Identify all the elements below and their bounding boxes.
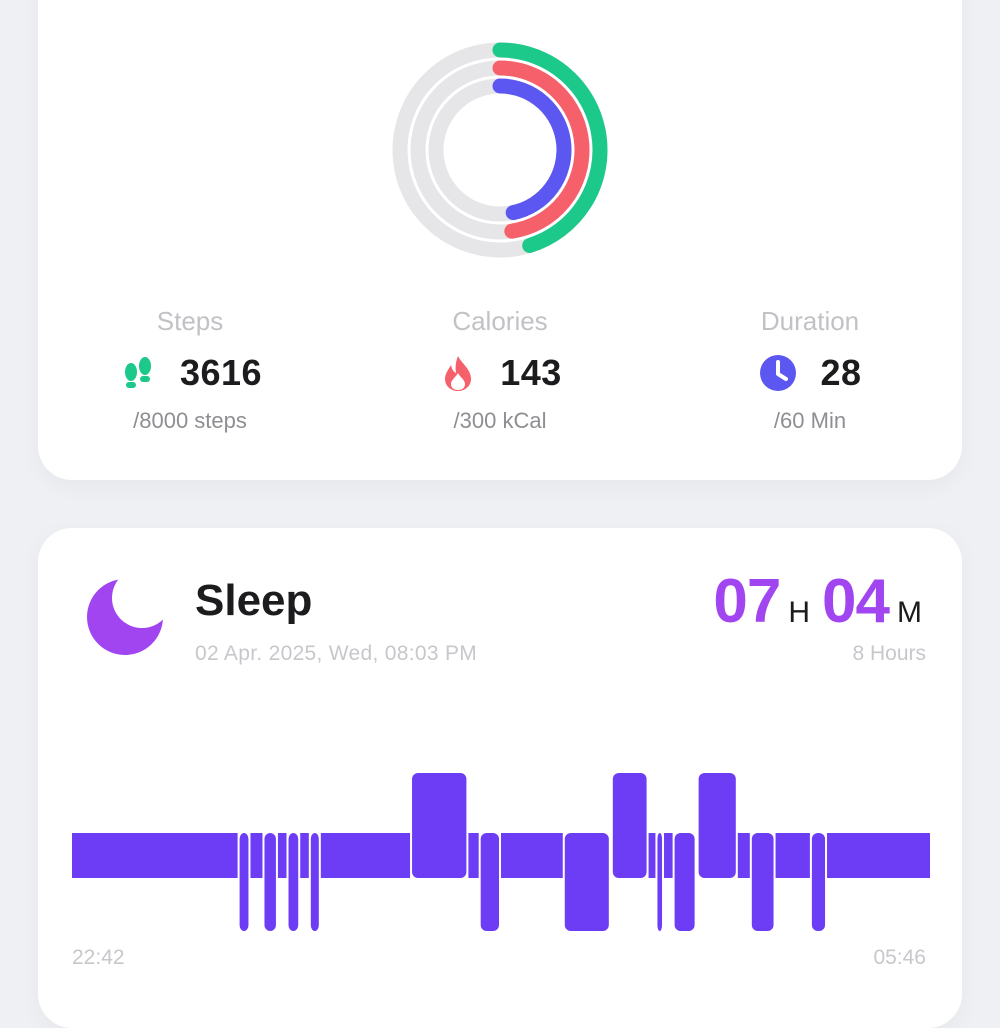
sleep-stage-deep: [657, 833, 663, 931]
clock-icon: [760, 355, 797, 391]
sleep-stage-deep: [811, 833, 826, 931]
sleep-hours-value: 07: [713, 567, 781, 636]
sleep-title: Sleep: [195, 576, 313, 625]
calories-stat[interactable]: Calories 143 /300 kCal: [380, 0, 620, 480]
sleep-stage-light: [300, 833, 309, 878]
sleep-stage-light: [648, 833, 656, 878]
moon-icon: [87, 579, 163, 655]
steps-value: 3616: [179, 352, 263, 393]
sleep-start-time: 22:42: [72, 946, 125, 969]
calories-goal: /300 kCal: [453, 408, 547, 433]
sleep-date: 02 Apr. 2025, Wed, 08:03 PM: [195, 642, 478, 665]
sleep-minutes-value: 04: [822, 567, 890, 636]
sleep-stage-deep: [564, 833, 609, 931]
duration-goal: /60 Min: [773, 408, 847, 433]
sleep-duration: 07 H 04 M: [713, 566, 926, 637]
sleep-stage-awake: [612, 773, 647, 878]
sleep-stage-light: [320, 833, 411, 878]
sleep-stage-light: [277, 833, 287, 878]
sleep-stage-deep: [264, 833, 276, 931]
sleep-stage-light: [737, 833, 750, 878]
sleep-stage-light: [250, 833, 263, 878]
sleep-goal: 8 Hours: [852, 642, 926, 665]
sleep-stage-light: [827, 833, 930, 878]
sleep-end-time: 05:46: [873, 946, 926, 969]
duration-value: 28: [820, 352, 862, 393]
flame-icon: [445, 356, 472, 391]
sleep-hypnogram: [72, 773, 930, 931]
steps-label: Steps: [156, 306, 224, 336]
activity-card: Steps 3616 /8000 steps Calories 143 /300…: [38, 0, 962, 480]
sleep-stage-light: [72, 833, 238, 878]
sleep-stage-light: [501, 833, 563, 878]
duration-label: Duration: [760, 306, 860, 336]
sleep-stage-deep: [239, 833, 249, 931]
sleep-stage-light: [775, 833, 810, 878]
sleep-stage-light: [468, 833, 479, 878]
sleep-stage-deep: [674, 833, 695, 931]
duration-stat[interactable]: Duration 28 /60 Min: [690, 0, 930, 480]
footsteps-icon: [124, 357, 151, 388]
steps-stat[interactable]: Steps 3616 /8000 steps: [70, 0, 310, 480]
sleep-stage-awake: [412, 773, 467, 878]
calories-label: Calories: [452, 306, 548, 336]
steps-goal: /8000 steps: [133, 408, 247, 433]
sleep-stage-awake: [698, 773, 736, 878]
sleep-stage-deep: [751, 833, 774, 931]
calories-value: 143: [500, 352, 562, 393]
sleep-stage-deep: [480, 833, 499, 931]
sleep-stage-light: [664, 833, 673, 878]
sleep-minutes-unit: M: [897, 596, 922, 629]
sleep-stage-deep: [310, 833, 319, 931]
sleep-stage-deep: [288, 833, 299, 931]
sleep-card[interactable]: Sleep 02 Apr. 2025, Wed, 08:03 PM 07 H 0…: [38, 528, 962, 1028]
sleep-hours-unit: H: [788, 596, 811, 629]
